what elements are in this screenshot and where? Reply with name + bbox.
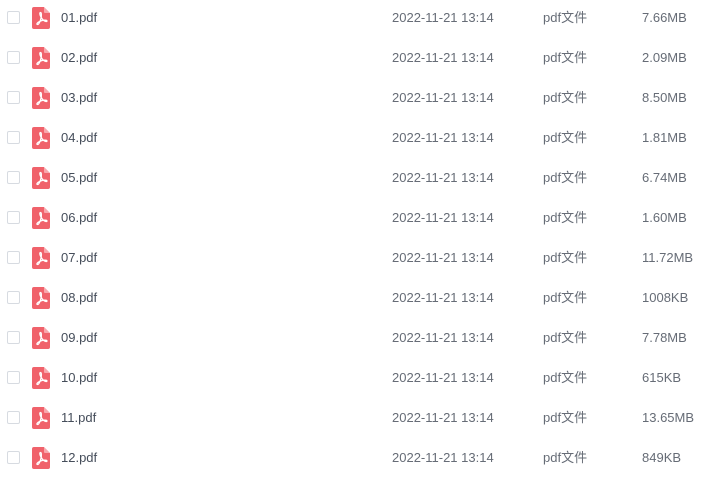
pdf-file-icon: [32, 167, 50, 189]
file-type: pdf文件: [543, 130, 588, 145]
file-name[interactable]: 08.pdf: [61, 290, 97, 306]
file-row[interactable]: 05.pdf 2022-11-21 13:14 pdf文件 6.74MB: [0, 158, 708, 198]
file-type: pdf文件: [543, 210, 588, 225]
file-modified-date: 2022-11-21 13:14: [392, 410, 494, 425]
file-name[interactable]: 12.pdf: [61, 450, 97, 466]
file-size: 1.60MB: [642, 210, 687, 225]
file-size: 7.78MB: [642, 330, 687, 345]
file-type: pdf文件: [543, 250, 588, 265]
file-size: 1008KB: [642, 290, 689, 305]
pdf-file-icon: [32, 327, 50, 349]
pdf-file-icon: [32, 287, 50, 309]
file-row[interactable]: 02.pdf 2022-11-21 13:14 pdf文件 2.09MB: [0, 38, 708, 78]
row-checkbox[interactable]: [7, 91, 20, 104]
file-name[interactable]: 06.pdf: [61, 210, 97, 226]
file-name[interactable]: 10.pdf: [61, 370, 97, 386]
pdf-file-icon: [32, 127, 50, 149]
row-checkbox[interactable]: [7, 291, 20, 304]
pdf-file-icon: [32, 447, 50, 469]
row-checkbox[interactable]: [7, 371, 20, 384]
file-type: pdf文件: [543, 90, 588, 105]
file-row[interactable]: 04.pdf 2022-11-21 13:14 pdf文件 1.81MB: [0, 118, 708, 158]
pdf-file-icon: [32, 367, 50, 389]
file-modified-date: 2022-11-21 13:14: [392, 10, 494, 25]
row-checkbox[interactable]: [7, 131, 20, 144]
row-checkbox[interactable]: [7, 11, 20, 24]
file-modified-date: 2022-11-21 13:14: [392, 370, 494, 385]
file-modified-date: 2022-11-21 13:14: [392, 250, 494, 265]
file-size: 7.66MB: [642, 10, 687, 25]
file-type: pdf文件: [543, 170, 588, 185]
file-type: pdf文件: [543, 10, 588, 25]
file-type: pdf文件: [543, 370, 588, 385]
file-list: 01.pdf 2022-11-21 13:14 pdf文件 7.66MB 02.…: [0, 0, 708, 478]
file-size: 2.09MB: [642, 50, 687, 65]
file-size: 1.81MB: [642, 130, 687, 145]
file-modified-date: 2022-11-21 13:14: [392, 290, 494, 305]
file-modified-date: 2022-11-21 13:14: [392, 210, 494, 225]
file-size: 11.72MB: [642, 250, 694, 265]
pdf-file-icon: [32, 47, 50, 69]
file-row[interactable]: 07.pdf 2022-11-21 13:14 pdf文件 11.72MB: [0, 238, 708, 278]
file-type: pdf文件: [543, 330, 588, 345]
row-checkbox[interactable]: [7, 211, 20, 224]
file-size: 849KB: [642, 450, 682, 465]
file-type: pdf文件: [543, 410, 588, 425]
file-name[interactable]: 01.pdf: [61, 10, 97, 26]
row-checkbox[interactable]: [7, 451, 20, 464]
file-row[interactable]: 01.pdf 2022-11-21 13:14 pdf文件 7.66MB: [0, 0, 708, 38]
pdf-file-icon: [32, 407, 50, 429]
row-checkbox[interactable]: [7, 331, 20, 344]
file-type: pdf文件: [543, 290, 588, 305]
file-size: 8.50MB: [642, 90, 687, 105]
file-modified-date: 2022-11-21 13:14: [392, 130, 494, 145]
file-modified-date: 2022-11-21 13:14: [392, 50, 494, 65]
row-checkbox[interactable]: [7, 411, 20, 424]
row-checkbox[interactable]: [7, 251, 20, 264]
file-name[interactable]: 05.pdf: [61, 170, 97, 186]
file-name[interactable]: 07.pdf: [61, 250, 97, 266]
file-name[interactable]: 02.pdf: [61, 50, 97, 66]
pdf-file-icon: [32, 87, 50, 109]
row-checkbox[interactable]: [7, 171, 20, 184]
file-type: pdf文件: [543, 450, 588, 465]
pdf-file-icon: [32, 7, 50, 29]
file-name[interactable]: 03.pdf: [61, 90, 97, 106]
file-name[interactable]: 11.pdf: [61, 410, 96, 426]
file-row[interactable]: 11.pdf 2022-11-21 13:14 pdf文件 13.65MB: [0, 398, 708, 438]
file-name[interactable]: 09.pdf: [61, 330, 97, 346]
pdf-file-icon: [32, 247, 50, 269]
file-size: 13.65MB: [642, 410, 695, 425]
row-checkbox[interactable]: [7, 51, 20, 64]
file-size: 6.74MB: [642, 170, 687, 185]
file-modified-date: 2022-11-21 13:14: [392, 170, 494, 185]
file-modified-date: 2022-11-21 13:14: [392, 450, 494, 465]
file-row[interactable]: 08.pdf 2022-11-21 13:14 pdf文件 1008KB: [0, 278, 708, 318]
file-modified-date: 2022-11-21 13:14: [392, 90, 494, 105]
pdf-file-icon: [32, 207, 50, 229]
file-row[interactable]: 12.pdf 2022-11-21 13:14 pdf文件 849KB: [0, 438, 708, 478]
file-name[interactable]: 04.pdf: [61, 130, 97, 146]
file-type: pdf文件: [543, 50, 588, 65]
file-row[interactable]: 10.pdf 2022-11-21 13:14 pdf文件 615KB: [0, 358, 708, 398]
file-modified-date: 2022-11-21 13:14: [392, 330, 494, 345]
file-row[interactable]: 03.pdf 2022-11-21 13:14 pdf文件 8.50MB: [0, 78, 708, 118]
file-row[interactable]: 09.pdf 2022-11-21 13:14 pdf文件 7.78MB: [0, 318, 708, 358]
file-row[interactable]: 06.pdf 2022-11-21 13:14 pdf文件 1.60MB: [0, 198, 708, 238]
file-size: 615KB: [642, 370, 682, 385]
